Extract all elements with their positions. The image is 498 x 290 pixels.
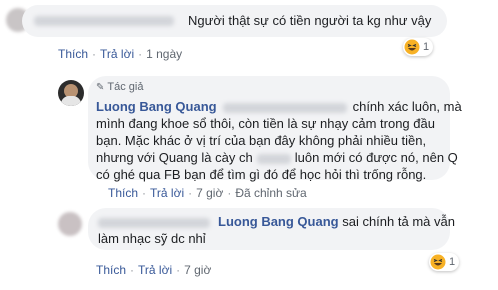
pencil-icon: ✎ <box>96 81 105 93</box>
reaction-count: 1 <box>449 256 456 268</box>
blurred-text <box>256 153 291 164</box>
timestamp[interactable]: 7 giờ <box>196 186 223 200</box>
reply-link[interactable]: Trả lời <box>150 186 184 200</box>
avatar[interactable] <box>58 212 82 236</box>
like-link[interactable]: Thích <box>96 263 126 277</box>
haha-emoji-icon <box>404 39 420 55</box>
comment-body: Luong Bang Quang sai chính tả mà vẫn làm… <box>98 213 455 247</box>
reply-link[interactable]: Trả lời <box>100 47 134 61</box>
blurred-author-name <box>34 16 174 26</box>
comment-actions: Thích · Trả lời · 1 ngày <box>58 47 183 61</box>
blurred-mention <box>222 102 347 113</box>
reaction-badge[interactable]: 1 <box>403 38 434 56</box>
author-badge: ✎ Tác giả <box>96 81 144 93</box>
mention-link[interactable]: Luong Bang Quang <box>218 214 339 229</box>
comment-text-line: làm nhạc sỹ dc nhỉ <box>98 231 206 246</box>
comment-bubble: Người thật sự có tiền người ta kg như vậ… <box>22 5 447 37</box>
comment-bubble: ✎ Tác giả Luong Bang Quang chính xác luôn… <box>88 76 462 182</box>
haha-emoji-icon <box>430 254 446 270</box>
reaction-count: 1 <box>423 41 430 53</box>
comment-text-line: bạn. Mặc khác ở vị trí của bạn đây không… <box>96 133 427 148</box>
timestamp[interactable]: 7 giờ <box>184 263 211 277</box>
like-link[interactable]: Thích <box>58 47 88 61</box>
comment-text-line: nhưng với Quang là cày ch <box>96 150 253 165</box>
reaction-badge[interactable]: 1 <box>429 253 460 271</box>
reply-link[interactable]: Trả lời <box>138 263 172 277</box>
comment-text-line: sai chính tả mà vẫn <box>342 214 455 229</box>
author-name[interactable]: Luong Bang Quang <box>96 99 217 114</box>
comment-actions: Thích · Trả lời · 7 giờ · Đã chỉnh sửa <box>108 186 307 200</box>
blurred-author-name <box>98 217 210 228</box>
author-avatar[interactable] <box>58 80 84 106</box>
like-link[interactable]: Thích <box>108 186 138 200</box>
comment-text-line: mình đang khoe sổ thôi, còn tiền là sự n… <box>96 116 435 131</box>
comment-text-line: chính xác luôn, mà <box>352 99 462 114</box>
comment-body: Luong Bang Quang chính xác luôn, mà mình … <box>96 98 462 183</box>
timestamp[interactable]: 1 ngày <box>146 47 182 61</box>
comment-bubble: Luong Bang Quang sai chính tả mà vẫn làm… <box>88 208 455 250</box>
comment-text-line: luôn mới có được nó, nên Q <box>294 150 458 165</box>
comment-text: Người thật sự có tiền người ta kg như vậ… <box>188 13 432 28</box>
comment-actions: Thích · Trả lời · 7 giờ <box>96 263 212 277</box>
edited-label[interactable]: Đã chỉnh sửa <box>235 186 306 200</box>
comment-text-line: có ghé qua FB bạn để tìm gì đó để học hỏ… <box>96 167 427 182</box>
